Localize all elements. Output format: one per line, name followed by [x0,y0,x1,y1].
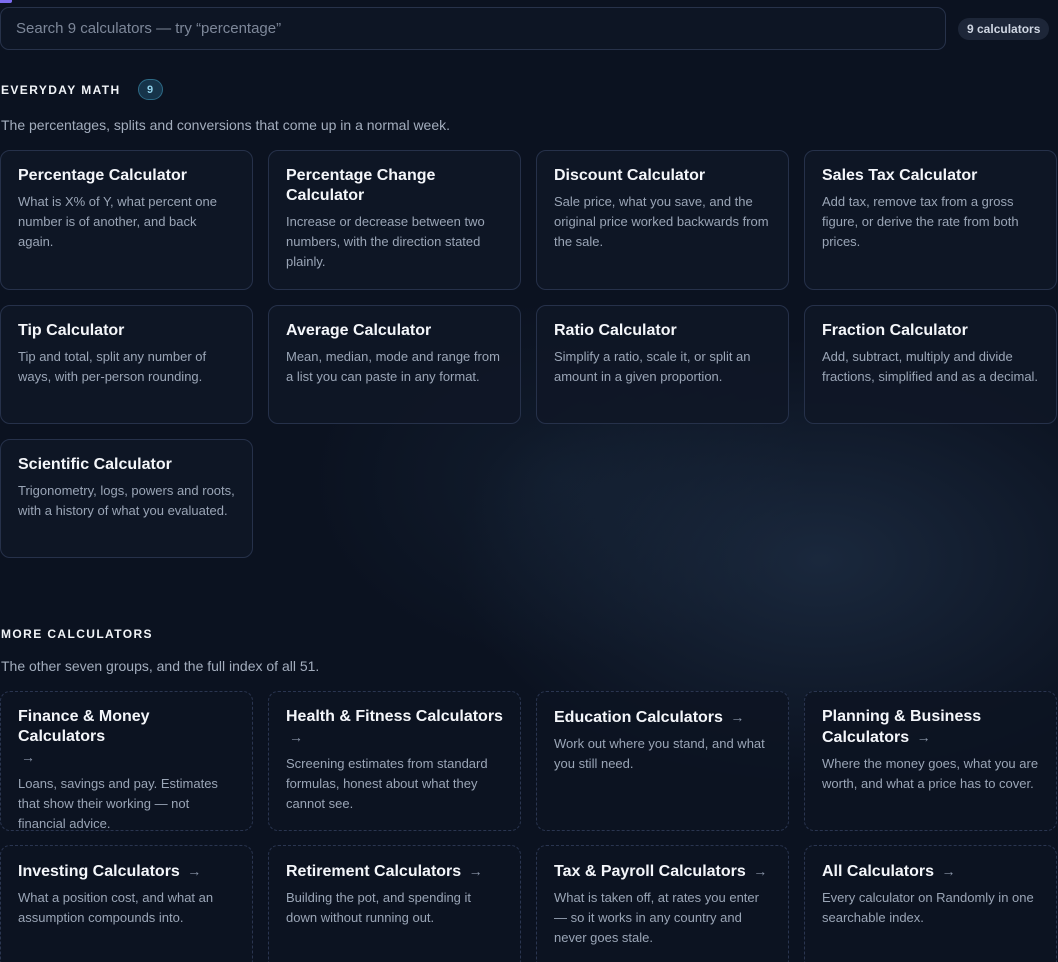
card-title: Planning & Business Calculators → [822,707,1039,748]
arrow-right-icon: → [187,863,202,879]
arrow-right-icon: → [289,729,303,745]
card-description: What is X% of Y, what percent one number… [18,194,217,249]
arrow-right-icon: → [916,729,931,745]
card-average-calculator[interactable]: Average Calculator Mean, median, mode an… [268,305,521,424]
more-calculators-subtitle: The other seven groups, and the full ind… [1,658,320,674]
card-description: Every calculator on Randomly in one sear… [822,890,1034,925]
card-title: Health & Fitness Calculators → [286,707,503,748]
everyday-math-heading: EVERYDAY MATH 9 [1,79,163,100]
arrow-right-icon: → [468,863,483,879]
arrow-right-icon: → [941,863,956,879]
card-title: Education Calculators → [554,707,771,728]
card-title-text: Finance & Money Calculators [18,708,150,745]
card-description: Work out where you stand, and what you s… [554,736,765,771]
card-description: What is taken off, at rates you enter — … [554,890,759,945]
top-accent-bar [0,0,12,3]
card-title: Ratio Calculator [554,322,677,339]
card-discount-calculator[interactable]: Discount Calculator Sale price, what you… [536,150,789,290]
card-tax-payroll[interactable]: Tax & Payroll Calculators → What is take… [536,845,789,962]
card-description: Add, subtract, multiply and divide fract… [822,349,1039,384]
card-title: Finance & Money Calculators → [18,707,235,768]
everyday-math-count-badge: 9 [137,79,163,100]
card-title: Tip Calculator [18,322,125,339]
card-title-text: Health & Fitness Calculators [286,708,503,725]
card-description: Add tax, remove tax from a gross figure,… [822,194,1019,249]
card-title-text: Education Calculators [554,709,723,726]
calculator-count-badge: 9 calculators [958,18,1050,40]
card-ratio-calculator[interactable]: Ratio Calculator Simplify a ratio, scale… [536,305,789,424]
card-description: Screening estimates from standard formul… [286,756,488,811]
card-planning-business[interactable]: Planning & Business Calculators → Where … [804,691,1057,831]
card-scientific-calculator[interactable]: Scientific Calculator Trigonometry, logs… [0,439,253,558]
card-title: Discount Calculator [554,167,706,184]
card-title-text: Retirement Calculators [286,863,462,880]
card-description: What a position cost, and what an assump… [18,890,214,925]
card-all-calculators[interactable]: All Calculators → Every calculator on Ra… [804,845,1057,962]
card-description: Where the money goes, what you are worth… [822,756,1039,791]
arrow-right-icon: → [21,749,35,765]
card-finance-money[interactable]: Finance & Money Calculators → Loans, savi… [0,691,253,831]
card-title: All Calculators → [822,861,1039,882]
more-calculators-title: MORE CALCULATORS [1,627,153,641]
card-title: Retirement Calculators → [286,861,503,882]
card-title: Percentage Calculator [18,167,187,184]
card-title: Investing Calculators → [18,861,235,882]
card-description: Sale price, what you save, and the origi… [554,194,769,249]
card-title: Tax & Payroll Calculators → [554,861,771,882]
everyday-math-subtitle: The percentages, splits and conversions … [1,117,451,133]
card-percentage-calculator[interactable]: Percentage Calculator What is X% of Y, w… [0,150,253,290]
everyday-math-title: EVERYDAY MATH [1,82,121,97]
card-retirement[interactable]: Retirement Calculators → Building the po… [268,845,521,962]
card-description: Building the pot, and spending it down w… [286,890,472,925]
card-title-text: Investing Calculators [18,863,180,880]
card-tip-calculator[interactable]: Tip Calculator Tip and total, split any … [0,305,253,424]
card-title: Scientific Calculator [18,456,172,473]
card-description: Mean, median, mode and range from a list… [286,349,500,384]
card-fraction-calculator[interactable]: Fraction Calculator Add, subtract, multi… [804,305,1057,424]
card-sales-tax-calculator[interactable]: Sales Tax Calculator Add tax, remove tax… [804,150,1057,290]
card-title: Average Calculator [286,322,432,339]
card-description: Tip and total, split any number of ways,… [18,349,207,384]
card-description: Loans, savings and pay. Estimates that s… [18,776,218,831]
card-title: Fraction Calculator [822,322,968,339]
card-title-text: Planning & Business Calculators [822,708,982,746]
card-description: Increase or decrease between two numbers… [286,214,485,269]
more-calculators-heading: MORE CALCULATORS [1,627,153,641]
card-description: Simplify a ratio, scale it, or split an … [554,349,751,384]
card-description: Trigonometry, logs, powers and roots, wi… [18,483,235,518]
card-title: Percentage Change Calculator [286,167,436,204]
search-bar: 9 calculators [0,7,1058,50]
card-percentage-change-calculator[interactable]: Percentage Change Calculator Increase or… [268,150,521,290]
card-title: Sales Tax Calculator [822,167,978,184]
card-education[interactable]: Education Calculators → Work out where y… [536,691,789,831]
card-title-text: Tax & Payroll Calculators [554,863,746,880]
card-title-text: All Calculators [822,863,935,880]
card-investing[interactable]: Investing Calculators → What a position … [0,845,253,962]
arrow-right-icon: → [730,709,745,725]
card-health-fitness[interactable]: Health & Fitness Calculators → Screening … [268,691,521,831]
search-input[interactable] [0,7,946,50]
arrow-right-icon: → [753,863,768,879]
